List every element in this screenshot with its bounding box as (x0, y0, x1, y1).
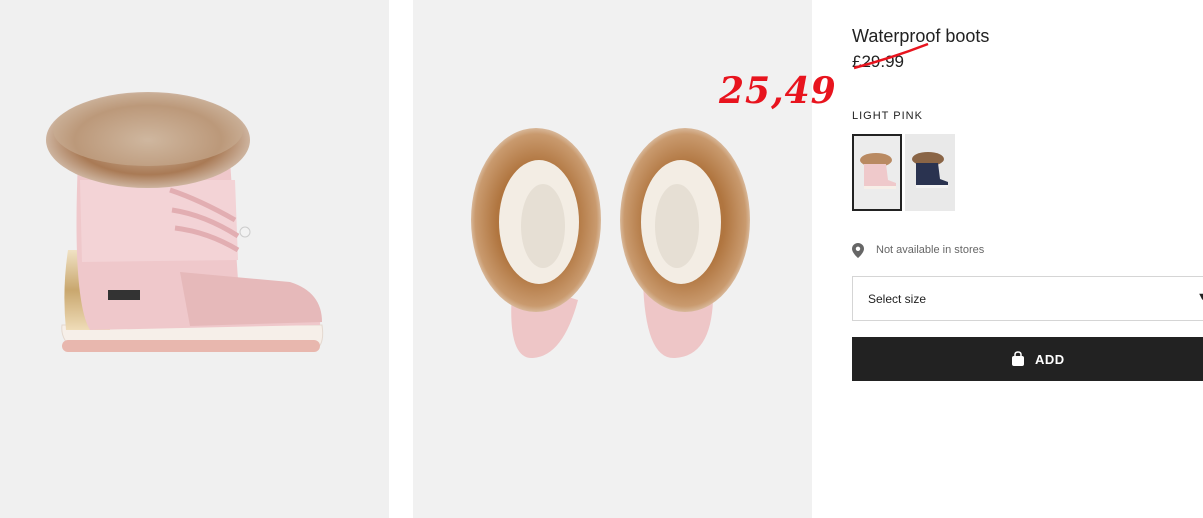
location-pin-icon (852, 243, 864, 258)
swatch-light-pink-image (854, 136, 900, 209)
swatch-navy[interactable] (905, 134, 955, 211)
swatch-navy-image (906, 135, 954, 210)
size-select[interactable]: Select size ▼ (852, 276, 1203, 321)
add-button-label: ADD (1035, 352, 1065, 367)
add-to-bag-button[interactable]: ADD (852, 337, 1203, 381)
color-label: LIGHT PINK (852, 110, 923, 122)
price-strikethrough (853, 42, 929, 70)
swatch-light-pink[interactable] (852, 134, 902, 211)
product-info-panel: Waterproof boots £29.99 25,49 LIGHT PINK… (719, 0, 1203, 518)
size-select-label: Select size (868, 292, 927, 306)
chevron-down-icon: ▼ (1197, 291, 1203, 303)
shopping-bag-icon (1012, 351, 1024, 366)
store-availability-text: Not available in stores (876, 244, 985, 256)
sale-price-annotation: 25,49 (719, 70, 837, 112)
product-image-side[interactable] (0, 0, 389, 518)
boot-side-illustration (46, 92, 324, 352)
